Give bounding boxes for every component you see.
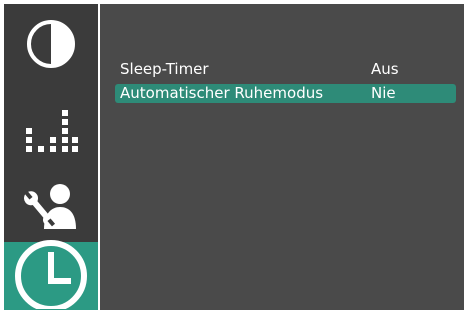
contrast-icon xyxy=(25,18,77,74)
service-wrench-user-icon xyxy=(24,181,78,237)
sidebar-item-timer[interactable] xyxy=(4,239,98,313)
menu-item-auto-standby[interactable]: Automatischer Ruhemodus Nie xyxy=(115,84,456,103)
menu-item-value: Aus xyxy=(371,60,399,78)
osd-screen: Sleep-Timer Aus Automatischer Ruhemodus … xyxy=(0,0,467,313)
equalizer-icon xyxy=(24,102,78,162)
clock-icon xyxy=(12,239,90,313)
menu-item-value: Nie xyxy=(371,84,396,102)
sidebar-menu xyxy=(4,4,98,313)
sidebar-item-sound[interactable] xyxy=(4,88,98,176)
sidebar-item-service[interactable] xyxy=(4,176,98,242)
settings-panel: Sleep-Timer Aus Automatischer Ruhemodus … xyxy=(100,4,464,310)
menu-item-label: Automatischer Ruhemodus xyxy=(120,84,324,102)
sidebar-item-picture[interactable] xyxy=(4,4,98,88)
menu-item-sleep-timer[interactable]: Sleep-Timer Aus xyxy=(115,60,456,79)
menu-item-label: Sleep-Timer xyxy=(120,60,209,78)
